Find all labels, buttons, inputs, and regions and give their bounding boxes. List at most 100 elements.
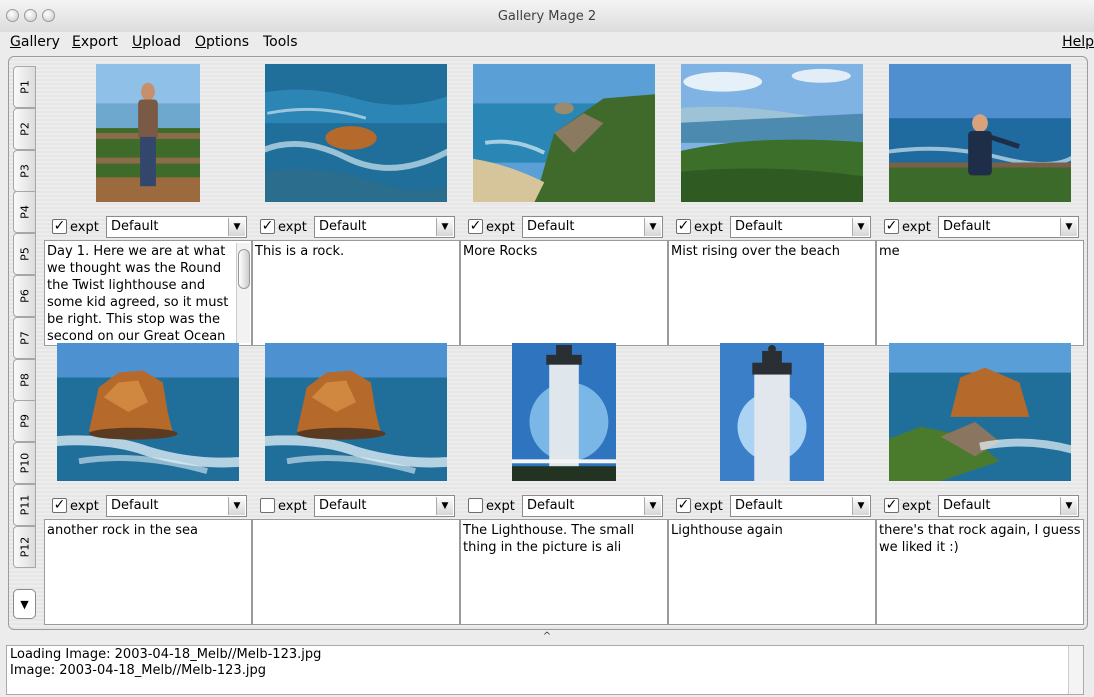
tab-p11[interactable]: P11 bbox=[13, 484, 36, 526]
photo-controls: ✓ expt Default ▼ bbox=[880, 216, 1082, 240]
caption-text: This is a rock. bbox=[255, 244, 345, 259]
template-select[interactable]: Default ▼ bbox=[730, 216, 871, 238]
tab-p6[interactable]: P6 bbox=[13, 275, 36, 317]
export-checkbox[interactable]: ✓ bbox=[52, 498, 67, 513]
template-select[interactable]: Default ▼ bbox=[522, 495, 663, 517]
tab-p8[interactable]: P8 bbox=[13, 358, 36, 401]
thumbnail-slot bbox=[876, 64, 1084, 204]
photo-thumbnail[interactable] bbox=[720, 343, 824, 481]
tab-p2[interactable]: P2 bbox=[13, 107, 36, 150]
menu-options[interactable]: Options bbox=[195, 34, 249, 50]
page-scroll-button[interactable]: ▼ bbox=[13, 589, 36, 619]
dropdown-arrow-icon: ▼ bbox=[1060, 497, 1077, 515]
template-select[interactable]: Default ▼ bbox=[314, 216, 455, 238]
export-label: expt bbox=[902, 220, 931, 235]
photo-stack-rock-image bbox=[57, 343, 239, 481]
caption-text: The Lighthouse. The small thing in the p… bbox=[463, 523, 635, 555]
template-value: Default bbox=[735, 219, 783, 234]
menu-tools[interactable]: Tools bbox=[263, 34, 298, 50]
caption-scrollbar[interactable] bbox=[236, 243, 250, 343]
photo-thumbnail[interactable] bbox=[512, 343, 616, 481]
dropdown-arrow-icon: ▼ bbox=[228, 218, 245, 236]
template-select[interactable]: Default ▼ bbox=[106, 216, 247, 238]
caption-textarea[interactable]: another rock in the sea bbox=[44, 519, 252, 625]
tab-p5[interactable]: P5 bbox=[13, 233, 36, 276]
tab-p3[interactable]: P3 bbox=[13, 149, 36, 192]
tab-p9[interactable]: P9 bbox=[13, 400, 36, 443]
template-select[interactable]: Default ▼ bbox=[106, 495, 247, 517]
photo-controls: ✓ expt Default ▼ bbox=[256, 216, 458, 240]
photo-thumbnail[interactable] bbox=[473, 64, 655, 202]
scroll-thumb[interactable] bbox=[238, 249, 250, 289]
export-label: expt bbox=[70, 499, 99, 514]
log-scrollbar[interactable] bbox=[1068, 646, 1083, 694]
export-checkbox[interactable]: ✓ bbox=[260, 219, 275, 234]
template-select[interactable]: Default ▼ bbox=[938, 495, 1079, 517]
caption-textarea[interactable] bbox=[252, 519, 460, 625]
template-value: Default bbox=[111, 498, 159, 513]
export-checkbox[interactable]: ✓ bbox=[52, 219, 67, 234]
export-checkbox[interactable] bbox=[468, 498, 483, 513]
caption-textarea[interactable]: The Lighthouse. The small thing in the p… bbox=[460, 519, 668, 625]
template-value: Default bbox=[943, 219, 991, 234]
tab-p12[interactable]: P12 bbox=[13, 525, 36, 568]
export-checkbox[interactable]: ✓ bbox=[884, 498, 899, 513]
photo-thumbnail[interactable] bbox=[889, 343, 1071, 481]
caption-text: there's that rock again, I guess we like… bbox=[879, 523, 1081, 555]
caption-textarea[interactable]: Lighthouse again bbox=[668, 519, 876, 625]
tab-p4[interactable]: P4 bbox=[13, 191, 36, 234]
export-label: expt bbox=[70, 220, 99, 235]
caption-text: Day 1. Here we are at what we thought wa… bbox=[47, 244, 229, 344]
dropdown-arrow-icon: ▼ bbox=[644, 218, 661, 236]
thumbnail-slot bbox=[668, 343, 876, 483]
dropdown-arrow-icon: ▼ bbox=[644, 497, 661, 515]
caption-text: Lighthouse again bbox=[671, 523, 783, 538]
menu-export[interactable]: Export bbox=[72, 34, 118, 50]
caption-text: Mist rising over the beach bbox=[671, 244, 840, 259]
photo-thumbnail[interactable] bbox=[889, 64, 1071, 202]
log-area[interactable]: Loading Image: 2003-04-18_Melb//Melb-123… bbox=[6, 645, 1084, 695]
photo-cell: expt Default ▼ The Lighthouse. The small th… bbox=[460, 343, 668, 625]
tab-p10[interactable]: P10 bbox=[13, 442, 36, 485]
template-select[interactable]: Default ▼ bbox=[938, 216, 1079, 238]
photo-cell: ✓ expt Default ▼ there's that rock again, I … bbox=[876, 343, 1084, 625]
caption-textarea[interactable]: More Rocks bbox=[460, 240, 668, 346]
caption-textarea[interactable]: Day 1. Here we are at what we thought wa… bbox=[44, 240, 252, 346]
template-value: Default bbox=[735, 498, 783, 513]
caption-textarea[interactable]: there's that rock again, I guess we like… bbox=[876, 519, 1084, 625]
thumbnail-slot bbox=[460, 343, 668, 483]
template-select[interactable]: Default ▼ bbox=[730, 495, 871, 517]
tab-p7[interactable]: P7 bbox=[13, 316, 36, 359]
splitter-handle[interactable]: ^ bbox=[0, 631, 1094, 643]
export-checkbox[interactable] bbox=[260, 498, 275, 513]
caption-textarea[interactable]: me bbox=[876, 240, 1084, 346]
export-checkbox[interactable]: ✓ bbox=[884, 219, 899, 234]
photo-cell: ✓ expt Default ▼ another rock in the sea bbox=[44, 343, 252, 625]
template-select[interactable]: Default ▼ bbox=[522, 216, 663, 238]
chevron-down-icon: ▼ bbox=[20, 597, 29, 611]
template-select[interactable]: Default ▼ bbox=[314, 495, 455, 517]
thumbnail-slot bbox=[668, 64, 876, 204]
photo-person-ocean-image bbox=[889, 64, 1071, 202]
photo-thumbnail[interactable] bbox=[265, 343, 447, 481]
export-checkbox[interactable]: ✓ bbox=[676, 498, 691, 513]
export-checkbox[interactable]: ✓ bbox=[676, 219, 691, 234]
photo-thumbnail[interactable] bbox=[57, 343, 239, 481]
photo-thumbnail[interactable] bbox=[265, 64, 447, 202]
menu-upload[interactable]: Upload bbox=[132, 34, 181, 50]
caption-textarea[interactable]: This is a rock. bbox=[252, 240, 460, 346]
caption-textarea[interactable]: Mist rising over the beach bbox=[668, 240, 876, 346]
photo-sea-rock-image bbox=[265, 64, 447, 202]
menu-help[interactable]: Help bbox=[1062, 34, 1094, 50]
photo-thumbnail[interactable] bbox=[96, 64, 200, 202]
photo-thumbnail[interactable] bbox=[681, 64, 863, 202]
dropdown-arrow-icon: ▼ bbox=[1060, 218, 1077, 236]
photo-grid: ✓ expt Default ▼ Day 1. Here we are at what … bbox=[44, 64, 1084, 625]
tab-p1[interactable]: P1 bbox=[13, 66, 36, 108]
menu-gallery[interactable]: Gallery bbox=[10, 34, 60, 50]
photo-controls: expt Default ▼ bbox=[464, 495, 666, 519]
export-checkbox[interactable]: ✓ bbox=[468, 219, 483, 234]
photo-controls: ✓ expt Default ▼ bbox=[464, 216, 666, 240]
photo-cell: ✓ expt Default ▼ Day 1. Here we are at what … bbox=[44, 64, 252, 346]
photo-person-fence-image bbox=[96, 64, 200, 202]
